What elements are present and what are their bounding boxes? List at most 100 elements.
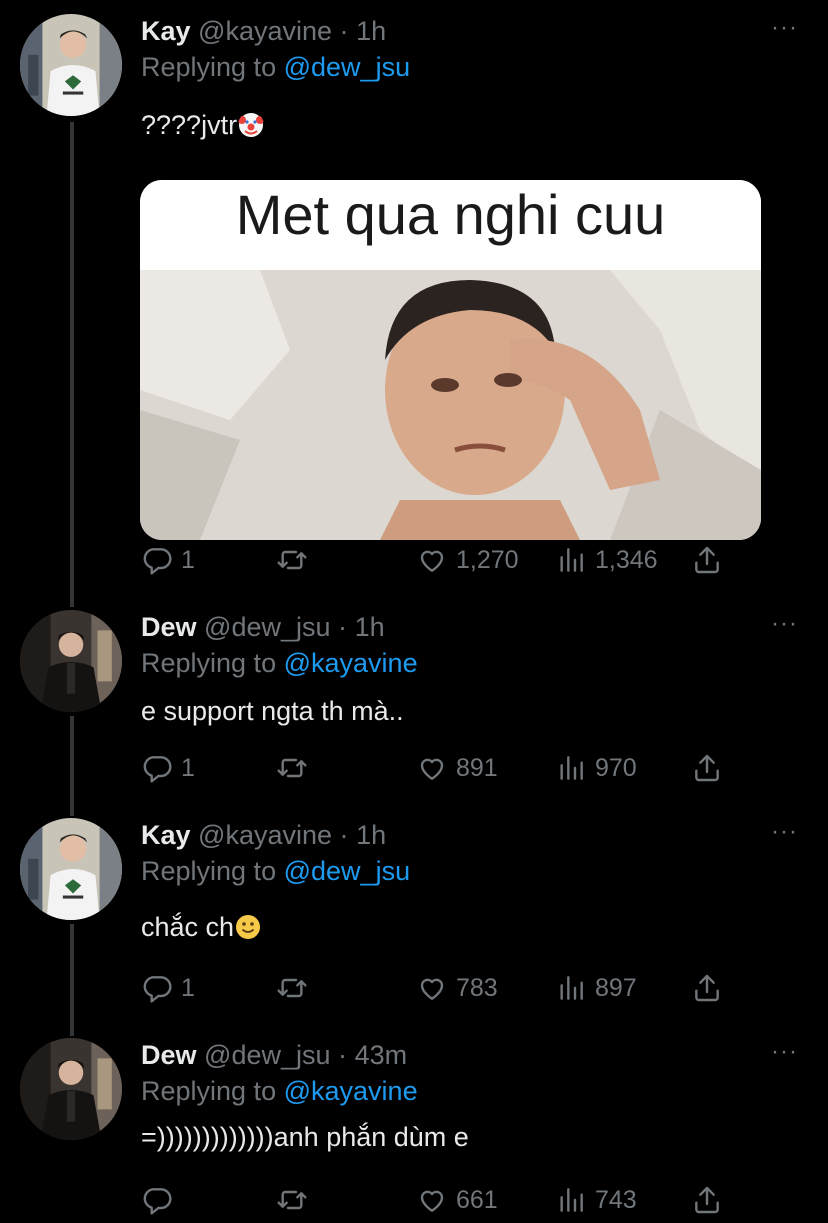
separator-dot: · — [338, 1040, 348, 1070]
share-button[interactable] — [691, 540, 723, 580]
retweet-icon — [277, 978, 307, 998]
tweet[interactable]: Kay @kayavine · 1h ··· Replying to @dew_… — [0, 14, 828, 594]
separator-dot: · — [339, 16, 349, 46]
timestamp[interactable]: 1h — [356, 16, 386, 46]
tweet-text: ????jvtr — [141, 108, 265, 142]
avatar[interactable] — [20, 818, 122, 920]
avatar-kay-image — [20, 818, 122, 920]
tweet-text-content: =)))))))))))))anh phắn dùm e — [141, 1122, 469, 1152]
tweet-actions: 1 891 970 — [141, 748, 741, 788]
share-button[interactable] — [691, 1180, 723, 1220]
views-icon — [560, 548, 583, 572]
views-button[interactable]: 743 — [555, 1180, 637, 1220]
replying-to-line: Replying to @kayavine — [141, 1074, 418, 1108]
retweet-icon — [277, 550, 307, 570]
replying-to-label: Replying to — [141, 856, 277, 886]
more-options-icon[interactable]: ··· — [771, 16, 798, 40]
more-options-icon[interactable]: ··· — [771, 820, 798, 844]
reply-button[interactable]: 1 — [141, 968, 195, 1008]
reply-button[interactable]: 1 — [141, 748, 195, 788]
view-count: 970 — [595, 753, 637, 782]
reply-icon — [143, 976, 172, 1003]
share-icon — [695, 1186, 719, 1214]
replying-to-mention[interactable]: @dew_jsu — [284, 52, 410, 82]
tweet-text-content: ????jvtr — [141, 110, 238, 140]
tweet-text: chắc ch — [141, 910, 261, 944]
separator-dot: · — [338, 612, 348, 642]
tweet[interactable]: Kay @kayavine · 1h ··· Replying to @dew_… — [0, 818, 828, 1018]
retweet-button[interactable] — [276, 1180, 316, 1220]
user-handle[interactable]: @kayavine — [198, 16, 332, 46]
heart-icon — [420, 1190, 444, 1212]
tweet-text: =)))))))))))))anh phắn dùm e — [141, 1120, 469, 1154]
views-icon — [560, 976, 583, 1000]
reply-button[interactable] — [141, 1180, 181, 1220]
display-name[interactable]: Dew — [141, 612, 197, 642]
slightly-smiling-face-icon — [236, 915, 261, 939]
tweet[interactable]: Dew @dew_jsu · 1h ··· Replying to @kayav… — [0, 610, 828, 800]
meme-photo — [140, 270, 761, 540]
replying-to-label: Replying to — [141, 52, 277, 82]
timestamp[interactable]: 43m — [355, 1040, 408, 1070]
reply-count: 1 — [181, 973, 195, 1002]
user-handle[interactable]: @kayavine — [198, 820, 332, 850]
avatar-dew-image — [20, 610, 122, 712]
tweet-text-content: e support ngta th mà.. — [141, 696, 404, 726]
media-caption: Met qua nghi cuu — [140, 180, 761, 270]
display-name[interactable]: Dew — [141, 1040, 197, 1070]
heart-icon — [420, 978, 444, 1000]
avatar[interactable] — [20, 14, 122, 116]
timestamp[interactable]: 1h — [356, 820, 386, 850]
avatar[interactable] — [20, 610, 122, 712]
replying-to-mention[interactable]: @dew_jsu — [284, 856, 410, 886]
avatar[interactable] — [20, 1038, 122, 1140]
more-options-icon[interactable]: ··· — [771, 1040, 798, 1064]
reply-count: 1 — [181, 753, 195, 782]
avatar-kay-image — [20, 14, 122, 116]
views-icon — [560, 1188, 583, 1212]
tweet-actions: 1 783 897 — [141, 968, 741, 1008]
views-button[interactable]: 970 — [555, 748, 637, 788]
reply-button[interactable]: 1 — [141, 540, 195, 580]
replying-to-mention[interactable]: @kayavine — [284, 1076, 418, 1106]
display-name[interactable]: Kay — [141, 16, 191, 46]
replying-to-label: Replying to — [141, 1076, 277, 1106]
like-button[interactable]: 783 — [416, 968, 498, 1008]
reply-count: 1 — [181, 545, 195, 574]
user-handle[interactable]: @dew_jsu — [204, 1040, 330, 1070]
like-button[interactable]: 1,270 — [416, 540, 519, 580]
retweet-icon — [277, 1190, 307, 1210]
share-icon — [695, 546, 719, 574]
user-handle[interactable]: @dew_jsu — [204, 612, 330, 642]
tweet-actions: 1 1,270 1,346 — [141, 540, 741, 580]
views-button[interactable]: 897 — [555, 968, 637, 1008]
retweet-button[interactable] — [276, 540, 316, 580]
replying-to-mention[interactable]: @kayavine — [284, 648, 418, 678]
like-button[interactable]: 661 — [416, 1180, 498, 1220]
like-count: 661 — [456, 1185, 498, 1214]
separator-dot: · — [339, 820, 349, 850]
tweet-media-image[interactable]: Met qua nghi cuu — [140, 180, 761, 540]
like-count: 891 — [456, 753, 498, 782]
views-button[interactable]: 1,346 — [555, 540, 658, 580]
timestamp[interactable]: 1h — [355, 612, 385, 642]
view-count: 897 — [595, 973, 637, 1002]
replying-to-line: Replying to @dew_jsu — [141, 854, 410, 888]
like-button[interactable]: 891 — [416, 748, 498, 788]
reply-icon — [143, 756, 172, 783]
reply-icon — [143, 548, 172, 575]
view-count: 743 — [595, 1185, 637, 1214]
like-count: 783 — [456, 973, 498, 1002]
heart-icon — [420, 550, 444, 572]
retweet-button[interactable] — [276, 748, 316, 788]
display-name[interactable]: Kay — [141, 820, 191, 850]
heart-icon — [420, 758, 444, 780]
more-options-icon[interactable]: ··· — [771, 612, 798, 636]
share-button[interactable] — [691, 748, 723, 788]
replying-to-line: Replying to @dew_jsu — [141, 50, 410, 84]
reply-icon — [143, 1188, 172, 1215]
tweet[interactable]: Dew @dew_jsu · 43m ··· Replying to @kaya… — [0, 1038, 828, 1223]
share-icon — [695, 754, 719, 782]
retweet-button[interactable] — [276, 968, 316, 1008]
share-button[interactable] — [691, 968, 723, 1008]
